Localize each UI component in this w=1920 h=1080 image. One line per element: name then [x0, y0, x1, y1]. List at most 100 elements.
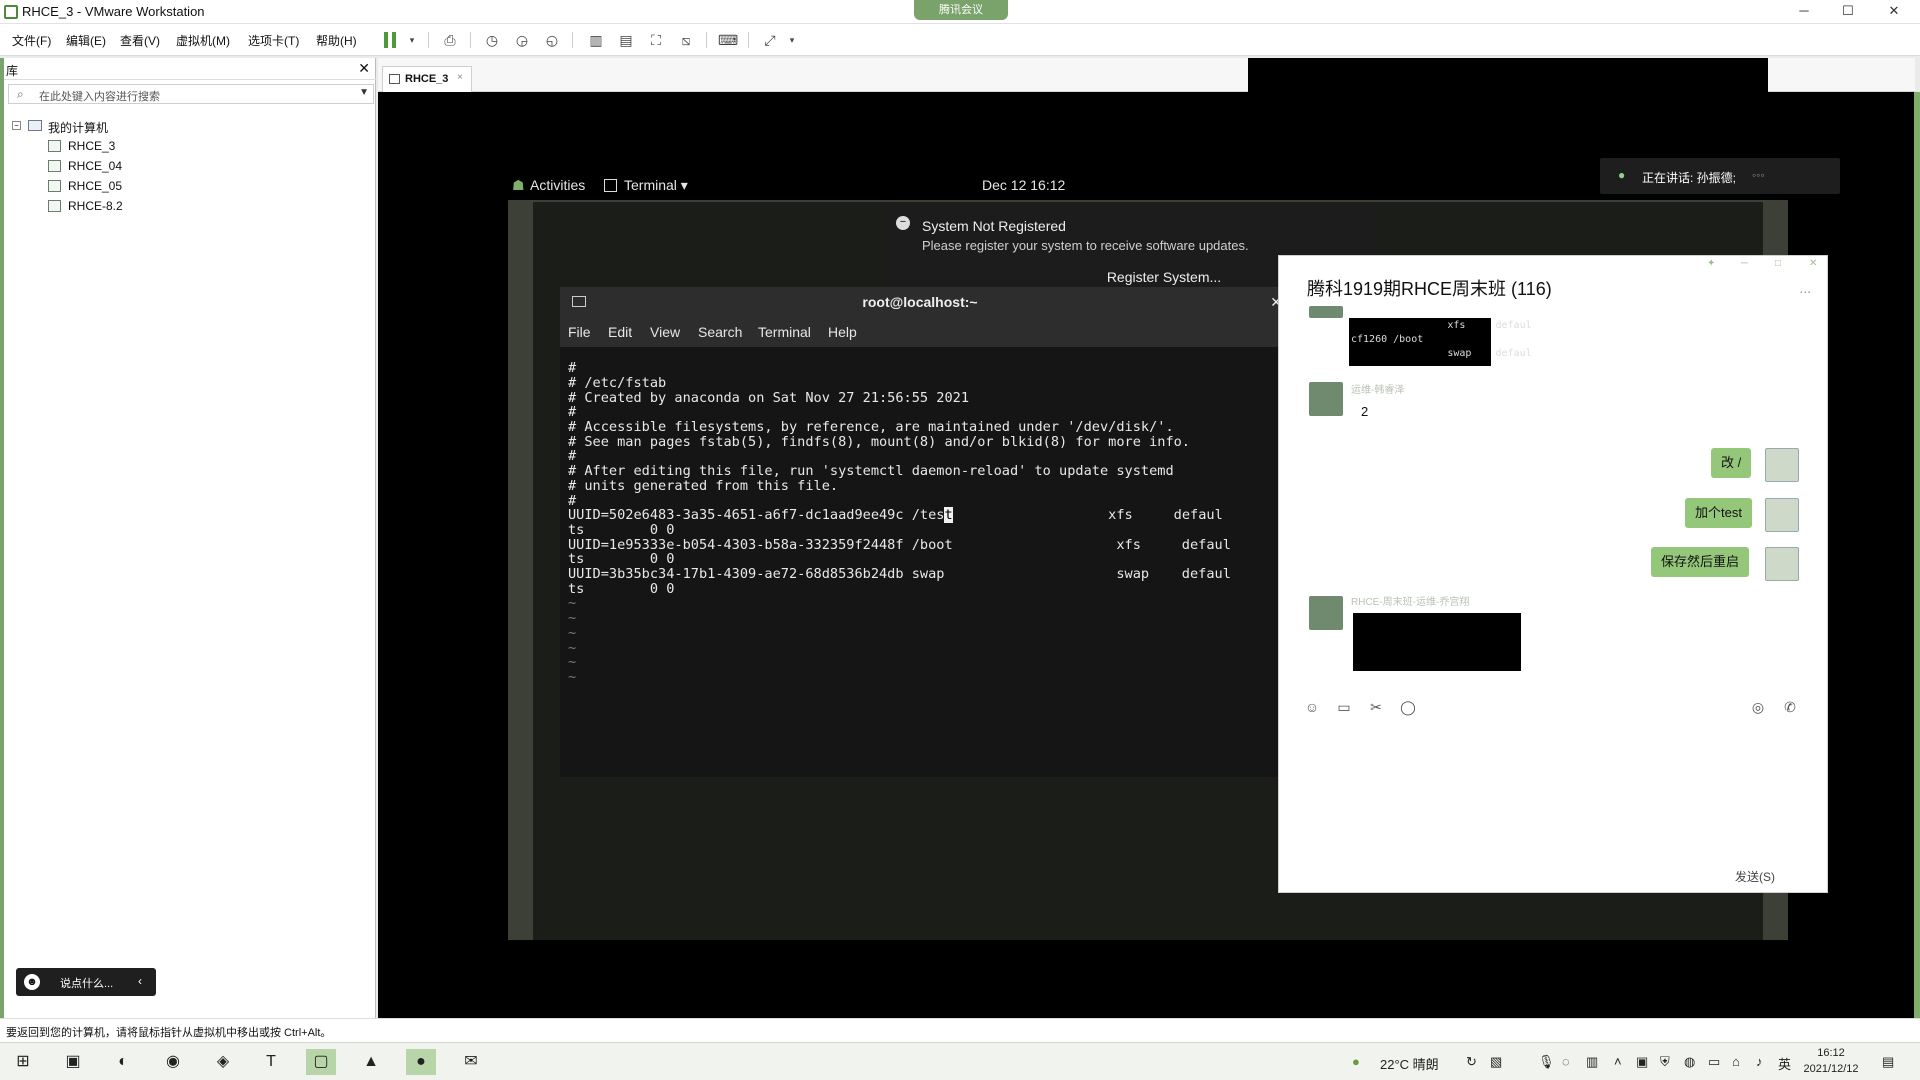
- library-view-icon[interactable]: ▥: [586, 30, 606, 50]
- terminal-menu-view[interactable]: View: [650, 324, 680, 340]
- tray-icon[interactable]: ◌: [1562, 1054, 1570, 1069]
- tab-close-icon[interactable]: ×: [457, 72, 463, 83]
- tray-icon[interactable]: ▣: [1636, 1054, 1648, 1070]
- chat-window[interactable]: ✦ ─ □ ✕ 腾科1919期RHCE周末班 (116) ... xfs def…: [1278, 255, 1828, 893]
- screenshot-message[interactable]: [1353, 613, 1521, 671]
- terminal-menu-file[interactable]: File: [568, 324, 591, 340]
- minimize-button[interactable]: ─: [1788, 2, 1820, 20]
- terminal-menu-edit[interactable]: Edit: [608, 324, 632, 340]
- unity-icon[interactable]: ⧅: [676, 30, 696, 50]
- tray-icon[interactable]: ◍: [1684, 1054, 1695, 1070]
- microphone-icon[interactable]: 🎙: [1538, 1054, 1555, 1070]
- app-menu[interactable]: Terminal ▾: [624, 177, 688, 194]
- live-icon[interactable]: ◎: [1749, 698, 1767, 716]
- chevron-down-icon[interactable]: ▾: [402, 30, 422, 50]
- menu-view[interactable]: 查看(V): [120, 32, 160, 49]
- network-icon[interactable]: ⌂: [1732, 1054, 1740, 1069]
- library-close-icon[interactable]: ✕: [358, 60, 370, 77]
- snapshot-manager-icon[interactable]: ◵: [542, 30, 562, 50]
- notification-icon[interactable]: ▤: [1882, 1054, 1894, 1070]
- app-icon[interactable]: ◈: [208, 1049, 238, 1075]
- snapshot-icon[interactable]: ◷: [482, 30, 502, 50]
- tab-rhce3[interactable]: RHCE_3 ×: [382, 66, 472, 92]
- typora-icon[interactable]: T: [256, 1049, 286, 1075]
- meeting-pill[interactable]: 腾讯会议: [914, 0, 1008, 20]
- more-icon[interactable]: ...: [1799, 280, 1811, 296]
- close-button[interactable]: ✕: [1878, 2, 1910, 20]
- chevron-down-icon[interactable]: ▼: [359, 87, 369, 98]
- chevron-down-icon[interactable]: ▾: [782, 30, 802, 50]
- chat-maximize-icon[interactable]: □: [1775, 258, 1781, 269]
- library-search-input[interactable]: ⌕ 在此处键入内容进行搜索 ▼: [8, 84, 374, 104]
- menu-vm[interactable]: 虚拟机(M): [176, 32, 230, 49]
- chevron-up-icon[interactable]: ˄: [1614, 1054, 1622, 1069]
- menu-help[interactable]: 帮助(H): [316, 32, 357, 49]
- terminal-body[interactable]: # # /etc/fstab # Created by anaconda on …: [560, 347, 1280, 777]
- chat-minimize-icon[interactable]: ─: [1741, 258, 1748, 269]
- menu-tabs[interactable]: 选项卡(T): [248, 32, 299, 49]
- tree-item-vm[interactable]: RHCE_04: [4, 156, 364, 176]
- image-icon[interactable]: ▧: [1490, 1054, 1502, 1070]
- shield-icon[interactable]: ⛨: [1660, 1054, 1670, 1070]
- terminal-menu-terminal[interactable]: Terminal: [758, 324, 811, 340]
- screenshot-message[interactable]: xfs defaul cf1260 /boot swap defaul: [1349, 318, 1532, 366]
- ime-indicator[interactable]: 英: [1778, 1054, 1791, 1073]
- my-avatar[interactable]: [1765, 498, 1799, 532]
- tree-item-vm[interactable]: RHCE_05: [4, 176, 364, 196]
- gnome-clock[interactable]: Dec 12 16:12: [982, 177, 1065, 193]
- tray-icon[interactable]: ▥: [1586, 1054, 1598, 1070]
- my-avatar[interactable]: [1765, 547, 1799, 581]
- terminal-menu-search[interactable]: Search: [698, 324, 742, 340]
- library-panel: 库 ✕ ⌕ 在此处键入内容进行搜索 ▼ − 我的计算机 RHCE_3 RHCE_…: [0, 58, 376, 1018]
- chevron-left-icon[interactable]: ‹: [138, 974, 142, 988]
- menu-edit[interactable]: 编辑(E): [66, 32, 106, 49]
- call-icon[interactable]: ✆: [1781, 698, 1799, 716]
- collapse-icon[interactable]: −: [12, 121, 21, 130]
- avatar[interactable]: [1309, 596, 1343, 630]
- send-keys-icon[interactable]: ⎙: [440, 30, 460, 50]
- wechat-icon[interactable]: ●: [406, 1049, 436, 1075]
- refresh-icon[interactable]: ↻: [1466, 1054, 1477, 1070]
- activities-button[interactable]: Activities: [530, 177, 585, 193]
- app-icon[interactable]: ▣: [58, 1049, 88, 1075]
- windows-start-icon[interactable]: ⊞: [8, 1049, 38, 1075]
- chat-history-icon[interactable]: ◯: [1399, 698, 1417, 716]
- terminal-menu-help[interactable]: Help: [828, 324, 857, 340]
- my-avatar[interactable]: [1765, 448, 1799, 482]
- menu-file[interactable]: 文件(F): [12, 32, 51, 49]
- avatar[interactable]: [1309, 382, 1343, 416]
- meeting-icon[interactable]: ✉: [456, 1049, 486, 1075]
- terminal-window[interactable]: root@localhost:~ ✕ File Edit View Search…: [560, 287, 1282, 777]
- chat-close-icon[interactable]: ✕: [1809, 258, 1817, 269]
- chrome-icon[interactable]: ◉: [158, 1049, 188, 1075]
- microphone-icon: ●: [1618, 168, 1626, 182]
- weather-text[interactable]: 22°C 晴朗: [1380, 1054, 1439, 1073]
- tree-root-my-computer[interactable]: − 我的计算机: [4, 116, 364, 136]
- say-something-box[interactable]: ☻ 说点什么... ‹: [16, 968, 156, 996]
- emoji-icon[interactable]: ☺: [1303, 698, 1321, 716]
- scissors-icon[interactable]: ✂: [1367, 698, 1385, 716]
- terminal-menubar: File Edit View Search Terminal Help: [560, 317, 1280, 347]
- stretch-icon[interactable]: ⤢: [760, 30, 780, 50]
- weather-icon[interactable]: ●: [1352, 1054, 1360, 1069]
- avatar[interactable]: [1309, 306, 1343, 318]
- pin-icon[interactable]: ✦: [1707, 258, 1715, 269]
- status-bar: 要返回到您的计算机，请将鼠标指针从虚拟机中移出或按 Ctrl+Alt。: [0, 1018, 1920, 1042]
- edge-icon[interactable]: ◐: [108, 1049, 138, 1075]
- send-button[interactable]: 发送(S): [1735, 868, 1775, 885]
- photos-icon[interactable]: ▲: [356, 1049, 386, 1075]
- pause-icon[interactable]: [384, 32, 396, 48]
- battery-icon[interactable]: ▭: [1708, 1054, 1720, 1070]
- maximize-button[interactable]: ☐: [1832, 2, 1864, 20]
- console-icon[interactable]: ⌨: [718, 30, 738, 50]
- fullscreen-icon[interactable]: ⛶: [646, 30, 666, 50]
- tree-item-vm[interactable]: RHCE_3: [4, 136, 364, 156]
- vertical-scrollbar[interactable]: [1914, 92, 1920, 1018]
- vmware-taskbar-icon[interactable]: ▢: [306, 1049, 336, 1075]
- folder-icon[interactable]: ▭: [1335, 698, 1353, 716]
- tree-item-vm[interactable]: RHCE-8.2: [4, 196, 364, 216]
- revert-snapshot-icon[interactable]: ◶: [512, 30, 532, 50]
- thumbnail-view-icon[interactable]: ▤: [616, 30, 636, 50]
- taskbar-clock[interactable]: 16:12 2021/12/12: [1796, 1045, 1866, 1077]
- volume-icon[interactable]: ♪: [1756, 1054, 1763, 1069]
